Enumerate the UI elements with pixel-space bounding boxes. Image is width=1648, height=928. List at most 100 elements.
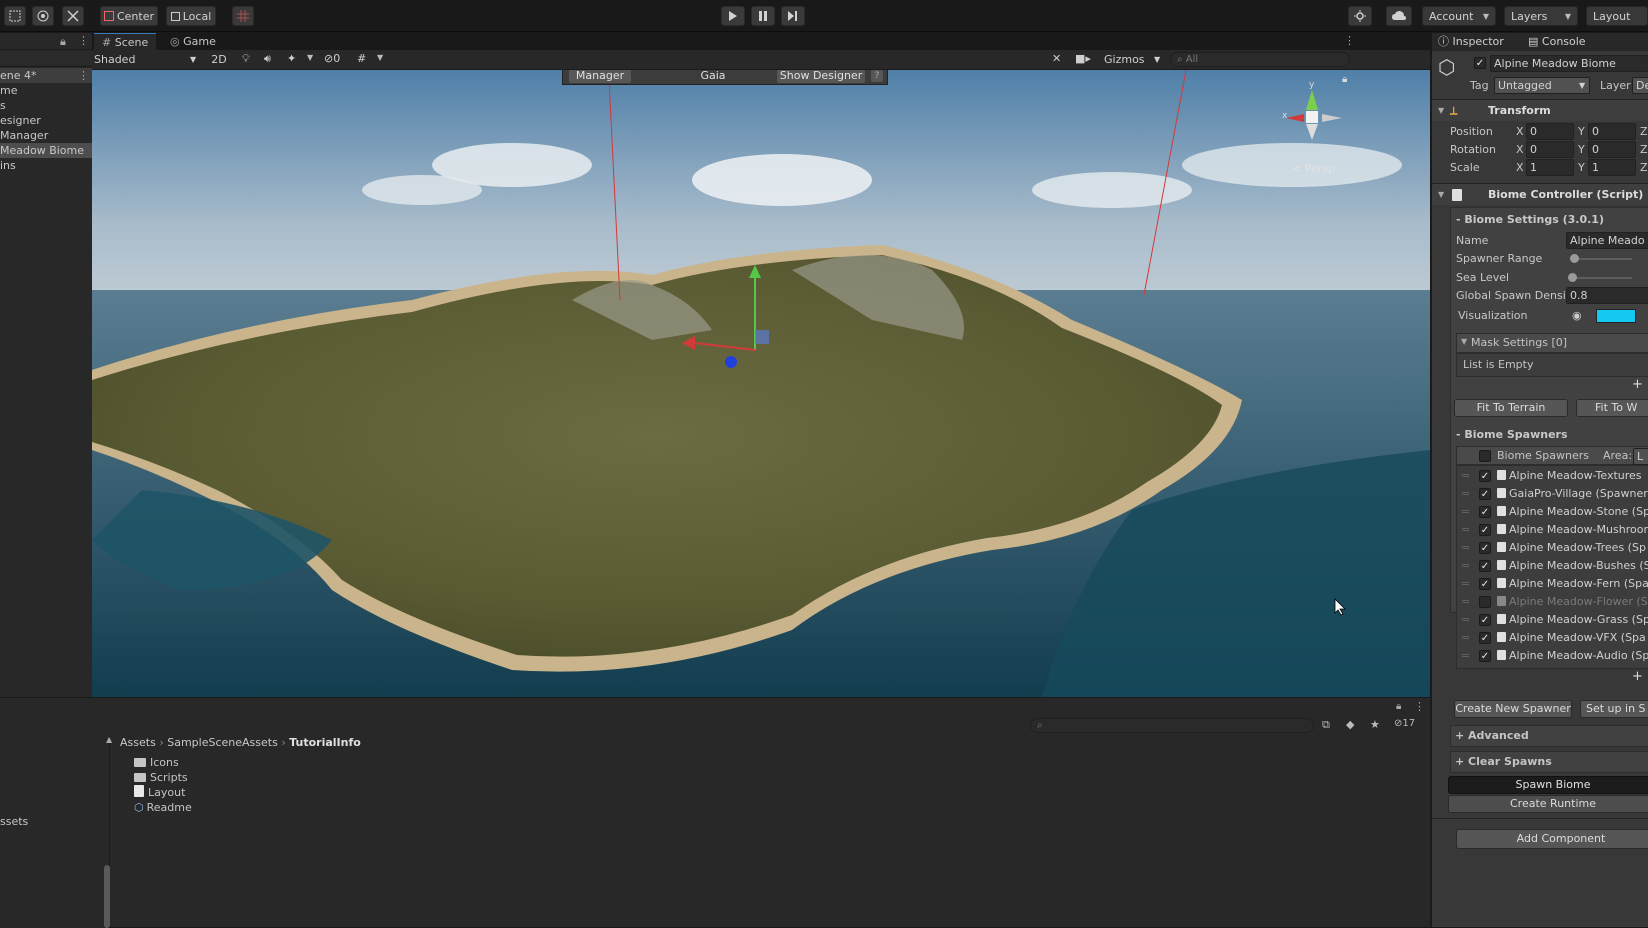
spawner-row[interactable]: = ✓ Alpine Meadow-Stone (Sp <box>1457 503 1648 521</box>
gizmos-dropdown[interactable]: Gizmos ▼ <box>1104 51 1164 68</box>
pause-button[interactable] <box>751 6 775 26</box>
project-file-item[interactable]: Icons <box>134 755 192 770</box>
lighting-icon[interactable]: 💡︎ <box>242 52 250 66</box>
label-icon[interactable]: ◆ <box>1346 718 1354 731</box>
kebab-menu-icon[interactable]: ⋮ <box>1344 34 1355 47</box>
active-checkbox[interactable]: ✓ <box>1474 57 1486 69</box>
play-button[interactable] <box>721 6 745 26</box>
spawner-row[interactable]: = ✓ Alpine Meadow-Textures <box>1457 467 1648 485</box>
help-icon[interactable]: ? <box>871 70 883 82</box>
sea-level-slider[interactable] <box>1572 277 1632 279</box>
spawner-checkbox[interactable]: ✓ <box>1479 650 1491 662</box>
tab-inspector[interactable]: ⓘ Inspector <box>1438 33 1504 51</box>
scene-viewport[interactable]: Manager Gaia Show Designer ? y x < Persp… <box>92 70 1430 697</box>
biome-controller-header[interactable]: ▼ Biome Controller (Script) <box>1432 183 1648 205</box>
spawner-row[interactable]: = ✓ Alpine Meadow-Bushes (S <box>1457 557 1648 575</box>
spawner-checkbox[interactable]: ✓ <box>1479 560 1491 572</box>
biome-settings-header[interactable]: - Biome Settings (3.0.1) <box>1432 210 1648 229</box>
spawn-biome-button[interactable]: Spawn Biome <box>1448 776 1648 794</box>
position-y-field[interactable]: 0 <box>1588 123 1636 140</box>
scene-search-input[interactable]: ⌕ All <box>1170 52 1350 67</box>
drag-handle-icon[interactable]: = <box>1461 467 1470 485</box>
clear-spawns-foldout[interactable]: + Clear Spawns <box>1450 751 1648 773</box>
kebab-menu-icon[interactable]: ⋮ <box>78 68 89 83</box>
collapse-up-icon[interactable]: ▲ <box>106 735 112 744</box>
biome-spawners-header[interactable]: - Biome Spawners <box>1432 425 1648 444</box>
spawner-checkbox[interactable]: ✓ <box>1479 488 1491 500</box>
tools-icon[interactable] <box>62 6 84 26</box>
tools-icon[interactable]: ✕ <box>1052 52 1061 65</box>
services-icon[interactable] <box>1348 6 1372 26</box>
hierarchy-search[interactable] <box>0 51 92 67</box>
spawner-row[interactable]: = ✓ GaiaPro-Village (Spawner <box>1457 485 1648 503</box>
hierarchy-item-selected[interactable]: Meadow Biome <box>0 143 92 158</box>
spawner-row[interactable]: = ✓ Alpine Meadow-Mushroor <box>1457 521 1648 539</box>
tag-dropdown[interactable]: Untagged ▼ <box>1494 77 1590 94</box>
chevron-down-icon[interactable]: ▼ <box>307 53 313 62</box>
chevron-down-icon[interactable]: ▼ <box>377 53 383 62</box>
hierarchy-item[interactable]: ins <box>0 158 92 173</box>
cloud-icon[interactable] <box>1386 6 1412 26</box>
spawner-range-slider[interactable] <box>1572 258 1632 260</box>
project-file-item[interactable]: Layout <box>134 785 192 800</box>
spawner-checkbox[interactable]: ✓ <box>1479 542 1491 554</box>
fit-to-terrain-button[interactable]: Fit To Terrain <box>1454 399 1568 417</box>
lock-icon[interactable]: 🔒︎ <box>60 35 66 49</box>
advanced-foldout[interactable]: + Advanced <box>1450 725 1648 747</box>
breadcrumb-assets[interactable]: Assets <box>120 736 156 749</box>
biome-name-field[interactable]: Alpine Meado <box>1566 232 1648 249</box>
breadcrumb-samplesceneassets[interactable]: SampleSceneAssets <box>167 736 278 749</box>
spawn-density-field[interactable]: 0.8 <box>1566 287 1648 304</box>
spawner-checkbox[interactable]: ✓ <box>1479 632 1491 644</box>
spawner-row[interactable]: = ✓ Alpine Meadow-VFX (Spa <box>1457 629 1648 647</box>
grid-snap-icon[interactable] <box>232 6 254 26</box>
drag-handle-icon[interactable]: = <box>1461 539 1470 557</box>
position-x-field[interactable]: 0 <box>1526 123 1574 140</box>
account-dropdown[interactable]: Account ▼ <box>1422 6 1496 26</box>
spawner-checkbox[interactable]: ✓ <box>1479 578 1491 590</box>
spawner-range-handle[interactable] <box>1570 254 1579 263</box>
folder-tree-scrollbar[interactable] <box>104 865 110 928</box>
audio-icon[interactable]: 🔊︎ <box>264 52 271 66</box>
kebab-menu-icon[interactable]: ⋮ <box>78 34 89 47</box>
drag-handle-icon[interactable]: = <box>1461 485 1470 503</box>
hierarchy-item[interactable]: me <box>0 83 92 98</box>
filter-type-icon[interactable]: ⧉ <box>1322 718 1330 732</box>
kebab-menu-icon[interactable]: ⋮ <box>1414 700 1425 713</box>
orientation-gizmo[interactable]: y x < Persp <box>1282 80 1352 175</box>
drag-handle-icon[interactable]: = <box>1461 593 1470 611</box>
layers-dropdown[interactable]: Layers ▼ <box>1504 6 1578 26</box>
rotation-x-field[interactable]: 0 <box>1526 141 1574 158</box>
grid-toggle-icon[interactable]: # <box>357 52 366 65</box>
layer-dropdown[interactable]: Def <box>1632 77 1648 94</box>
project-file-item[interactable]: ⬡ Readme <box>134 800 192 815</box>
spawner-row[interactable]: = ✓ Alpine Meadow-Grass (Sp <box>1457 611 1648 629</box>
project-file-item[interactable]: Scripts <box>134 770 192 785</box>
visualization-color-swatch[interactable] <box>1596 309 1636 323</box>
drag-handle-icon[interactable]: = <box>1461 503 1470 521</box>
drag-handle-icon[interactable]: = <box>1461 647 1470 665</box>
toggle-2d-button[interactable]: 2D <box>208 51 230 68</box>
layout-dropdown[interactable]: Layout <box>1586 6 1648 26</box>
drag-handle-icon[interactable]: = <box>1461 557 1470 575</box>
breadcrumb-tutorialinfo[interactable]: TutorialInfo <box>289 736 361 749</box>
spawner-checkbox[interactable]: ✓ <box>1479 506 1491 518</box>
pivot-local-button[interactable]: Local <box>166 6 216 26</box>
step-button[interactable] <box>781 6 805 26</box>
scale-x-field[interactable]: 1 <box>1526 159 1574 176</box>
set-up-button[interactable]: Set up in S <box>1580 700 1648 718</box>
hierarchy-item-scene[interactable]: ene 4* ⋮ <box>0 68 92 83</box>
spawner-row[interactable]: = ✓ Alpine Meadow-Trees (Sp <box>1457 539 1648 557</box>
spawner-row[interactable]: = ✓ Alpine Meadow-Fern (Spa <box>1457 575 1648 593</box>
transform-header[interactable]: ▼ ⟂ Transform <box>1432 99 1648 121</box>
sea-level-handle[interactable] <box>1568 273 1577 282</box>
tab-game[interactable]: ◎ Game <box>162 33 224 50</box>
lock-icon[interactable]: 🔒︎ <box>1342 74 1347 85</box>
shading-mode-dropdown[interactable]: Shaded ▼ <box>94 51 204 68</box>
drag-handle-icon[interactable]: = <box>1461 611 1470 629</box>
folder-tree-item[interactable]: ssets <box>0 815 28 828</box>
drag-handle-icon[interactable]: = <box>1461 521 1470 539</box>
spawner-checkbox[interactable]: ✓ <box>1479 614 1491 626</box>
fit-to-world-button[interactable]: Fit To W <box>1576 399 1648 417</box>
select-all-checkbox[interactable] <box>1479 450 1491 462</box>
